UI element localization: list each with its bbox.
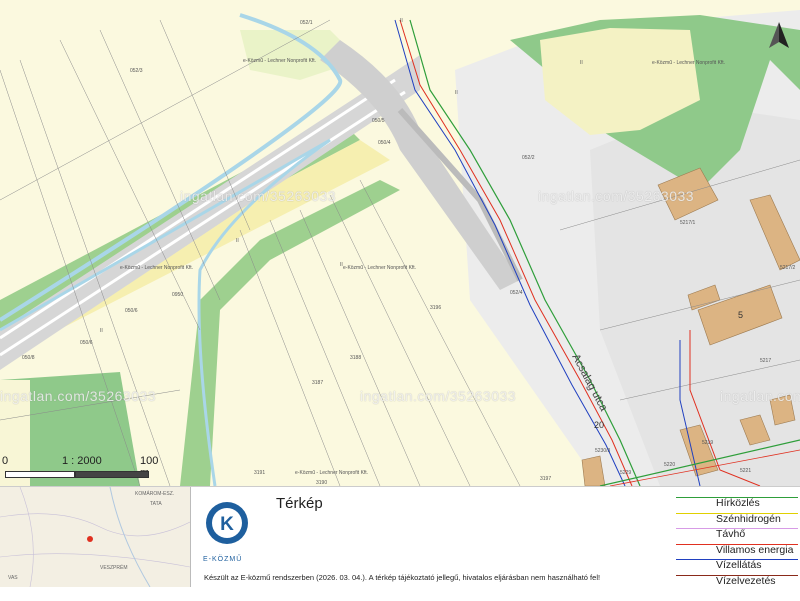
- inset-place: VAS: [8, 575, 18, 581]
- watermark: ingatlan.com/35263033: [720, 388, 800, 404]
- parcel-label: 050/5: [372, 118, 385, 124]
- parcel-label: 5229: [620, 470, 632, 476]
- surveyor-credit: e-Közmű - Lechner Nonprofit Kft.: [120, 265, 194, 271]
- parcel-label: 050/6: [80, 340, 93, 346]
- parcel-label: 050/4: [378, 140, 391, 146]
- parcel-label: 5217/2: [780, 265, 796, 271]
- land-mark: II: [400, 18, 403, 24]
- parcel-label: 3196: [430, 305, 442, 311]
- legend-item: Vízellátás: [676, 554, 800, 571]
- parcel-label: 3188: [350, 355, 362, 361]
- utility-legend: Hírközlés Szénhidrogén Távhő Villamos energ…: [676, 492, 800, 587]
- logo-letter: K: [220, 514, 234, 535]
- parcel-label: 3197: [540, 476, 552, 482]
- inset-place: VESZPRÉM: [100, 565, 128, 571]
- north-arrow-icon: [768, 22, 790, 50]
- page-title: Térkép: [276, 495, 323, 512]
- map-view[interactable]: 052/3 050/4 050/5 052/2 052/4 0950 050/6…: [0, 0, 800, 486]
- watermark: ingatlan.com/35263033: [360, 388, 517, 404]
- parcel-label: 050/6: [125, 308, 138, 314]
- scale-start: 0: [2, 455, 9, 467]
- surveyor-credit: e-Közmű - Lechner Nonprofit Kft.: [343, 265, 417, 271]
- surveyor-credit: e-Közmű - Lechner Nonprofit Kft.: [295, 470, 369, 476]
- parcel-label: 5219: [702, 440, 714, 446]
- land-mark: II: [580, 60, 583, 66]
- legend-item: Távhő: [676, 523, 800, 540]
- inset-place: KOMÁROM-ESZ.: [135, 491, 175, 497]
- disclaimer-note: Készült az E-közmű rendszerben (2026. 03…: [204, 573, 601, 582]
- parcel-label: 5230/3: [595, 448, 611, 454]
- watermark: ingatlan.com/35263033: [538, 188, 695, 204]
- legend-item: Vízelvezetés: [676, 570, 800, 587]
- land-mark: II: [236, 238, 239, 244]
- parcel-label: 5217: [760, 358, 772, 364]
- parcel-label: 052/2: [522, 155, 535, 161]
- overview-map[interactable]: KOMÁROM-ESZ. TATA VESZPRÉM VAS: [0, 487, 191, 587]
- watermark: ingatlan.com/35263033: [180, 188, 337, 204]
- scale-bar: 0 1 : 2000 100 m: [0, 455, 170, 485]
- parcel-label: 052/1: [300, 20, 313, 26]
- legend-item: Villamos energia: [676, 539, 800, 556]
- land-mark: II: [100, 328, 103, 334]
- parcel-label: 3187: [312, 380, 324, 386]
- scale-segment: [75, 471, 149, 478]
- land-mark: II: [455, 90, 458, 96]
- parcel-label: 052/4: [510, 290, 523, 296]
- house-number: 5: [738, 310, 744, 320]
- map-canvas: [0, 0, 800, 486]
- parcel-label: 5221: [740, 468, 752, 474]
- parcel-label: 5220: [664, 462, 676, 468]
- legend-item: Hírközlés: [676, 492, 800, 509]
- parcel-label: 3191: [254, 470, 266, 476]
- logo-caption: E-KÖZMŰ: [203, 556, 243, 563]
- watermark: ingatlan.com/35263033: [0, 388, 157, 404]
- scale-ratio: 1 : 2000: [62, 455, 102, 467]
- inset-place: TATA: [150, 501, 162, 507]
- parcel-label: 050/8: [22, 355, 35, 361]
- surveyor-credit: e-Közmű - Lechner Nonprofit Kft.: [652, 60, 726, 66]
- legend-item: Szénhidrogén: [676, 508, 800, 525]
- surveyor-credit: e-Közmű - Lechner Nonprofit Kft.: [243, 58, 317, 64]
- location-marker-icon: [87, 536, 93, 542]
- map-footer: KOMÁROM-ESZ. TATA VESZPRÉM VAS K E-KÖZMŰ…: [0, 486, 800, 601]
- scale-segment: [5, 471, 75, 478]
- parcel-label: 0950: [172, 292, 184, 298]
- e-kozmu-logo: K E-KÖZMŰ: [203, 501, 255, 563]
- parcel-label: 5217/1: [680, 220, 696, 226]
- legend-label: Vízelvezetés: [716, 574, 776, 587]
- house-number: 20: [594, 420, 605, 430]
- parcel-label: 052/3: [130, 68, 143, 74]
